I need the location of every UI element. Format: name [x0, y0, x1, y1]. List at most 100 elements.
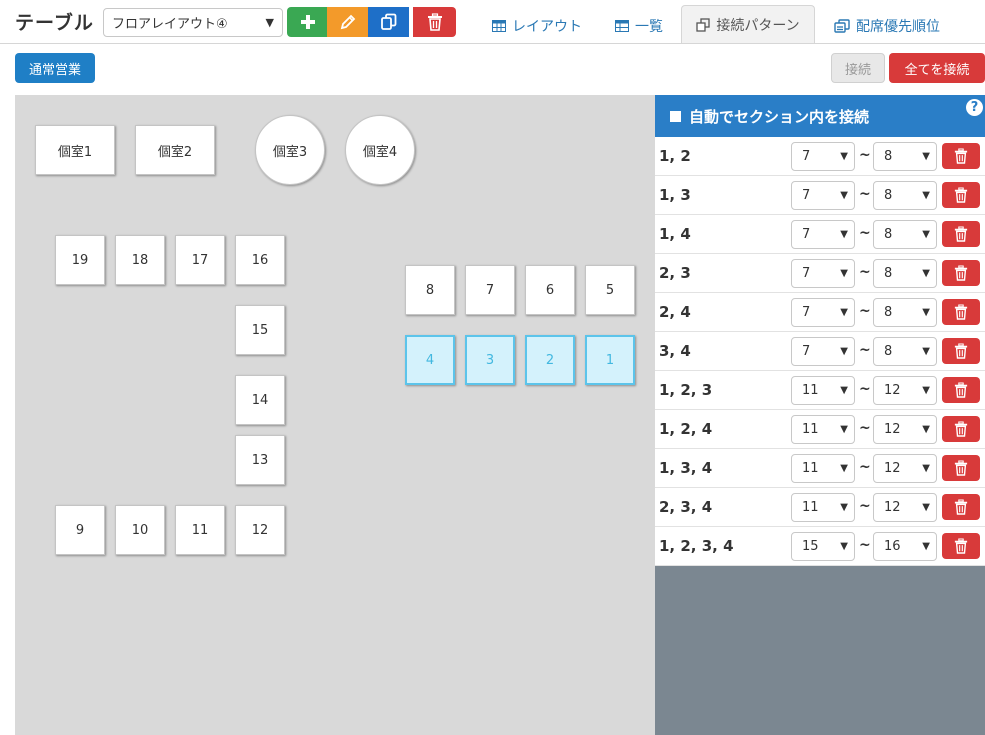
table-item[interactable]: 6: [525, 265, 575, 315]
connection-pattern-row: 3, 4 7 ▼ ~8 ▼: [655, 332, 985, 371]
table-item[interactable]: 10: [115, 505, 165, 555]
copy-table-button[interactable]: [368, 7, 409, 37]
connection-pattern-row: 2, 4 7 ▼ ~8 ▼: [655, 293, 985, 332]
max-guests-select[interactable]: 8 ▼: [873, 337, 937, 366]
trash-icon: [954, 460, 968, 476]
chevron-down-icon: ▼: [922, 229, 930, 240]
table-item[interactable]: 17: [175, 235, 225, 285]
edit-table-button[interactable]: [327, 7, 368, 37]
floor-canvas[interactable]: 個室1 個室2 個室3 個室4 19 18 17 16 15 14 13 9 1…: [15, 95, 655, 735]
delete-pattern-button[interactable]: [942, 494, 980, 520]
table-item[interactable]: 11: [175, 505, 225, 555]
connect-all-button[interactable]: 全てを接続: [889, 53, 985, 83]
room-table-round[interactable]: 個室3: [255, 115, 325, 185]
table-item[interactable]: 8: [405, 265, 455, 315]
tab-connection-pattern-label: 接続パターン: [716, 18, 800, 34]
max-guests-select[interactable]: 12 ▼: [873, 376, 937, 405]
table-item[interactable]: 12: [235, 505, 285, 555]
delete-pattern-button[interactable]: [942, 338, 980, 364]
room-table-round[interactable]: 個室4: [345, 115, 415, 185]
connection-pattern-row: 1, 4 7 ▼ ~8 ▼: [655, 215, 985, 254]
min-guests-select[interactable]: 11 ▼: [791, 493, 855, 522]
max-guests-value: 8: [884, 266, 893, 281]
tab-layout[interactable]: レイアウト: [492, 7, 582, 44]
chevron-down-icon: ▼: [840, 190, 848, 201]
connection-pattern-row: 1, 3 7 ▼ ~8 ▼: [655, 176, 985, 215]
range-separator: ~: [859, 264, 871, 280]
min-guests-select[interactable]: 7 ▼: [791, 259, 855, 288]
max-guests-select[interactable]: 16 ▼: [873, 532, 937, 561]
table-item[interactable]: 19: [55, 235, 105, 285]
delete-pattern-button[interactable]: [942, 533, 980, 559]
tab-connection-pattern[interactable]: 接続パターン: [681, 5, 815, 44]
connection-pattern-row: 2, 3 7 ▼ ~8 ▼: [655, 254, 985, 293]
delete-pattern-button[interactable]: [942, 416, 980, 442]
delete-pattern-button[interactable]: [942, 299, 980, 325]
max-guests-select[interactable]: 8 ▼: [873, 220, 937, 249]
min-guests-select[interactable]: 7 ▼: [791, 337, 855, 366]
min-guests-select[interactable]: 7 ▼: [791, 181, 855, 210]
min-guests-select[interactable]: 11 ▼: [791, 376, 855, 405]
chevron-down-icon: ▼: [840, 229, 848, 240]
pattern-tables-label: 2, 4: [659, 303, 691, 321]
table-item[interactable]: 15: [235, 305, 285, 355]
table-item[interactable]: 13: [235, 435, 285, 485]
range-separator: ~: [859, 459, 871, 475]
range-separator: ~: [859, 498, 871, 514]
max-guests-select[interactable]: 12 ▼: [873, 493, 937, 522]
min-guests-select[interactable]: 11 ▼: [791, 415, 855, 444]
pattern-tables-label: 3, 4: [659, 342, 691, 360]
min-guests-select[interactable]: 7 ▼: [791, 142, 855, 171]
range-separator: ~: [859, 537, 871, 553]
chevron-down-icon: ▼: [840, 424, 848, 435]
add-table-button[interactable]: [287, 7, 328, 37]
max-guests-select[interactable]: 8 ▼: [873, 259, 937, 288]
delete-pattern-button[interactable]: [942, 221, 980, 247]
selected-table-item[interactable]: 2: [525, 335, 575, 385]
table-item[interactable]: 9: [55, 505, 105, 555]
table-item[interactable]: 14: [235, 375, 285, 425]
max-guests-select[interactable]: 12 ▼: [873, 454, 937, 483]
pattern-tables-label: 1, 2, 3: [659, 381, 713, 399]
tab-list[interactable]: 一覧: [615, 7, 663, 44]
question-icon[interactable]: ?: [966, 99, 983, 116]
selected-table-item[interactable]: 4: [405, 335, 455, 385]
range-separator: ~: [859, 381, 871, 397]
business-mode-button[interactable]: 通常営業: [15, 53, 95, 83]
delete-pattern-button[interactable]: [942, 260, 980, 286]
table-item[interactable]: 18: [115, 235, 165, 285]
chevron-down-icon: ▼: [840, 385, 848, 396]
min-guests-select[interactable]: 7 ▼: [791, 298, 855, 327]
tab-seat-priority[interactable]: 配席優先順位: [834, 7, 940, 44]
max-guests-select[interactable]: 8 ▼: [873, 142, 937, 171]
selected-table-item[interactable]: 1: [585, 335, 635, 385]
delete-pattern-button[interactable]: [942, 143, 980, 169]
chevron-down-icon: ▼: [840, 346, 848, 357]
connect-button[interactable]: 接続: [831, 53, 885, 83]
min-guests-select[interactable]: 11 ▼: [791, 454, 855, 483]
table-item[interactable]: 5: [585, 265, 635, 315]
chevron-down-icon: ▼: [840, 502, 848, 513]
table-item[interactable]: 7: [465, 265, 515, 315]
table-item[interactable]: 16: [235, 235, 285, 285]
min-guests-select[interactable]: 7 ▼: [791, 220, 855, 249]
max-guests-select[interactable]: 8 ▼: [873, 181, 937, 210]
chevron-down-icon: ▼: [922, 268, 930, 279]
trash-icon: [954, 499, 968, 515]
delete-pattern-button[interactable]: [942, 455, 980, 481]
auto-connect-header[interactable]: 自動でセクション内を接続 ?: [655, 95, 985, 137]
chevron-down-icon: ▼: [922, 385, 930, 396]
min-guests-value: 7: [802, 305, 811, 320]
selected-table-item[interactable]: 3: [465, 335, 515, 385]
room-table[interactable]: 個室2: [135, 125, 215, 175]
max-guests-select[interactable]: 12 ▼: [873, 415, 937, 444]
delete-table-button[interactable]: [413, 7, 456, 37]
delete-pattern-button[interactable]: [942, 182, 980, 208]
layout-select[interactable]: フロアレイアウト④ ▼: [103, 8, 283, 37]
checkbox-icon[interactable]: [670, 110, 681, 122]
room-table[interactable]: 個室1: [35, 125, 115, 175]
max-guests-select[interactable]: 8 ▼: [873, 298, 937, 327]
delete-pattern-button[interactable]: [942, 377, 980, 403]
max-guests-value: 8: [884, 305, 893, 320]
min-guests-select[interactable]: 15 ▼: [791, 532, 855, 561]
